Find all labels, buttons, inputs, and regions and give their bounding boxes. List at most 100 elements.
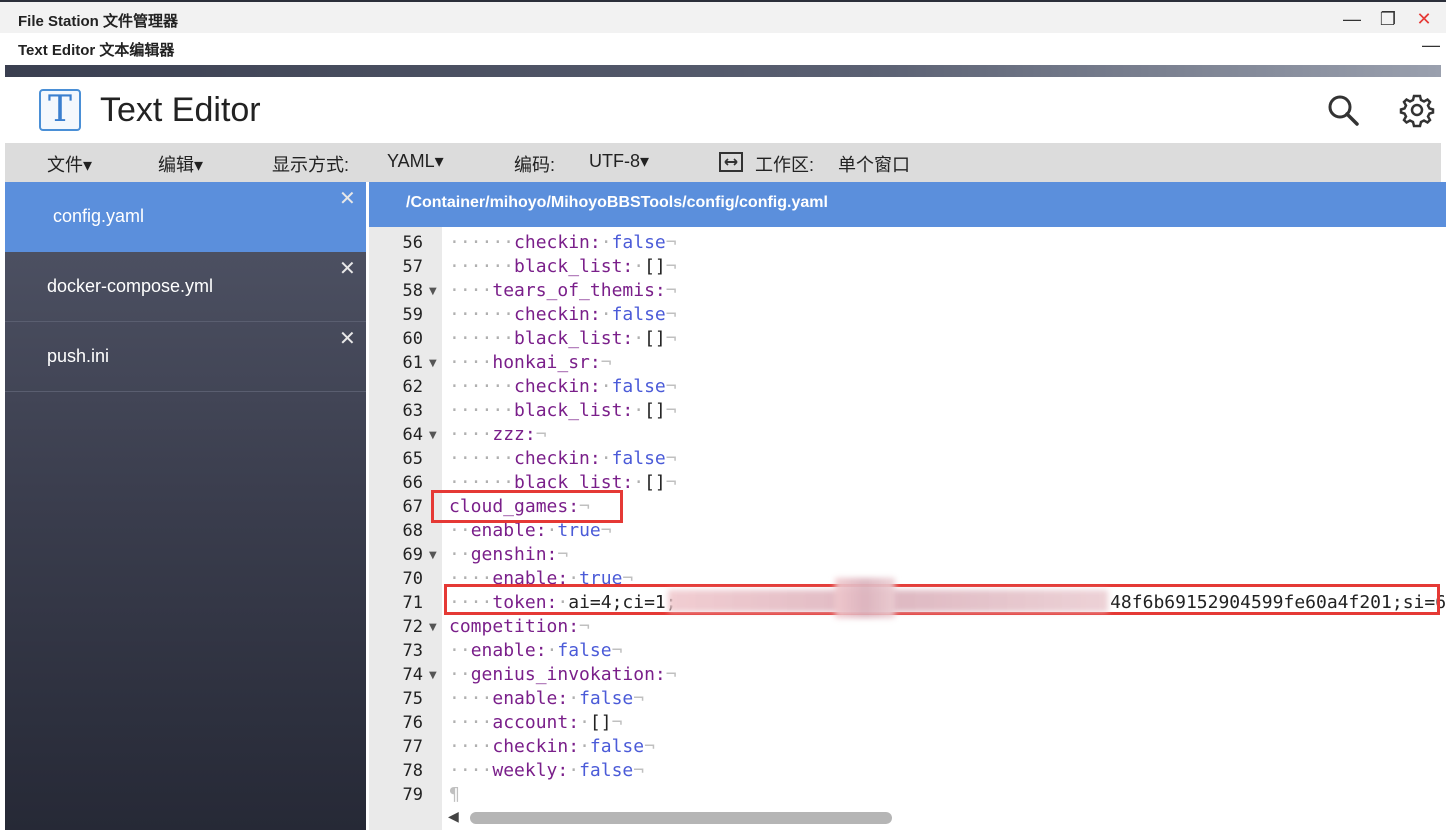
indent-guide: ······ [449, 232, 515, 253]
yaml-value: false [579, 688, 634, 709]
highlight-box-cloud-games [431, 490, 623, 523]
indent-guide: ···· [449, 424, 493, 445]
line-number: 64 [402, 425, 423, 445]
yaml-key: enable: [470, 640, 547, 661]
line-number: 72 [402, 617, 423, 637]
file-menu[interactable]: 文件▾ [47, 151, 92, 177]
file-tab-push-ini[interactable]: push.ini ✕ [5, 322, 366, 392]
indent-guide: ···· [449, 352, 493, 373]
yaml-key: checkin: [514, 232, 601, 253]
yaml-value: false [589, 736, 645, 757]
inner-window-titlebar: Text Editor 文本编辑器 — [0, 33, 1446, 63]
code-line: ····honkai_sr:¬ [449, 351, 612, 375]
end-of-line-marker: ¬ [644, 736, 655, 757]
line-number: 73 [402, 641, 423, 661]
code-line: ······checkin:·false¬ [449, 231, 677, 255]
encoding-dropdown[interactable]: UTF-8▾ [589, 151, 649, 172]
line-number: 66 [402, 473, 423, 493]
inner-window-title: Text Editor 文本编辑器 [18, 42, 175, 59]
yaml-value: [] [644, 472, 666, 493]
fold-toggle-icon[interactable]: ▼ [429, 622, 437, 633]
code-line: ····zzz:¬ [449, 423, 547, 447]
yaml-value: false [611, 376, 666, 397]
line-number: 78 [402, 761, 423, 781]
end-of-line-marker: ¬ [611, 640, 623, 661]
minimize-button[interactable]: — [1340, 8, 1364, 30]
yaml-value: [] [589, 712, 612, 733]
line-number: 67 [402, 497, 423, 517]
yaml-key: black_list: [514, 256, 634, 277]
file-tab-label: config.yaml [53, 206, 145, 226]
outer-window-titlebar: File Station 文件管理器 — ❐ ✕ [0, 0, 1446, 33]
line-number: 69 [402, 545, 423, 565]
workspace-icon[interactable] [719, 152, 743, 177]
gear-icon[interactable] [1399, 92, 1435, 128]
space-marker: · [633, 400, 645, 421]
line-number: 59 [402, 305, 423, 325]
indent-guide: ···· [449, 280, 493, 301]
horizontal-scrollbar-thumb[interactable] [470, 812, 892, 824]
workspace-dropdown[interactable]: 单个窗口 [838, 151, 910, 177]
close-tab-icon[interactable]: ✕ [339, 186, 356, 211]
fold-toggle-icon[interactable]: ▼ [429, 430, 437, 441]
file-tab-sidebar: config.yaml ✕ docker-compose.yml ✕ push.… [5, 182, 366, 830]
yaml-key: black_list: [514, 400, 634, 421]
code-line: ··genshin:¬ [449, 543, 568, 567]
close-tab-icon[interactable]: ✕ [339, 256, 356, 281]
search-icon[interactable] [1325, 92, 1361, 128]
file-tab-label: push.ini [47, 346, 110, 366]
space-marker: · [633, 256, 645, 277]
code-line: ¶ [449, 783, 460, 807]
space-marker: · [600, 232, 612, 253]
end-of-line-marker: ¬ [665, 280, 677, 301]
encoding-label: 编码: [514, 155, 556, 175]
fold-toggle-icon[interactable]: ▼ [429, 670, 437, 681]
end-of-line-marker: ¬ [665, 664, 677, 685]
indent-guide: ······ [449, 448, 515, 469]
end-of-line-marker: ¬ [600, 520, 612, 541]
indent-guide: ······ [449, 256, 515, 277]
close-tab-icon[interactable]: ✕ [339, 326, 356, 351]
end-of-line-marker: ¬ [611, 712, 623, 733]
display-mode-dropdown[interactable]: YAML▾ [387, 151, 444, 172]
end-of-line-marker: ¬ [665, 328, 677, 349]
file-tab-config-yaml[interactable]: config.yaml ✕ [5, 182, 366, 252]
code-line: competition:¬ [449, 615, 590, 639]
code-area[interactable]: ······checkin:·false¬ ······black_list:·[… [442, 227, 1446, 830]
end-of-line-marker: ¬ [557, 544, 569, 565]
code-line: ····checkin:·false¬ [449, 735, 655, 759]
line-number: 76 [402, 713, 423, 733]
fold-toggle-icon[interactable]: ▼ [429, 550, 437, 561]
space-marker: · [568, 688, 580, 709]
code-line: ······black_list:·[]¬ [449, 327, 677, 351]
fold-toggle-icon[interactable]: ▼ [429, 358, 437, 369]
fold-toggle-icon[interactable]: ▼ [429, 286, 437, 297]
yaml-key: honkai_sr: [492, 352, 601, 373]
space-marker: · [600, 376, 612, 397]
inner-minimize-button[interactable]: — [1422, 35, 1440, 56]
space-marker: · [633, 328, 645, 349]
yaml-key: black_list: [514, 328, 634, 349]
line-number: 63 [402, 401, 423, 421]
yaml-value: true [557, 520, 601, 541]
end-of-file-marker: ¶ [449, 784, 460, 805]
line-number: 70 [402, 569, 423, 589]
end-of-line-marker: ¬ [633, 760, 645, 781]
yaml-value: [] [644, 400, 666, 421]
indent-guide: ·· [449, 640, 471, 661]
space-marker: · [600, 448, 612, 469]
line-number: 57 [402, 257, 423, 277]
indent-guide: ···· [449, 760, 493, 781]
line-number: 60 [402, 329, 423, 349]
end-of-line-marker: ¬ [665, 448, 677, 469]
yaml-key: competition: [449, 616, 580, 637]
code-line: ··enable:·false¬ [449, 639, 622, 663]
space-marker: · [568, 760, 580, 781]
yaml-key: weekly: [492, 760, 569, 781]
file-tab-docker-compose[interactable]: docker-compose.yml ✕ [5, 252, 366, 322]
edit-menu[interactable]: 编辑▾ [158, 151, 203, 177]
restore-button[interactable]: ❐ [1376, 8, 1400, 30]
scroll-left-icon[interactable]: ◀ [448, 808, 459, 825]
close-button[interactable]: ✕ [1412, 8, 1436, 30]
yaml-value: false [611, 232, 666, 253]
